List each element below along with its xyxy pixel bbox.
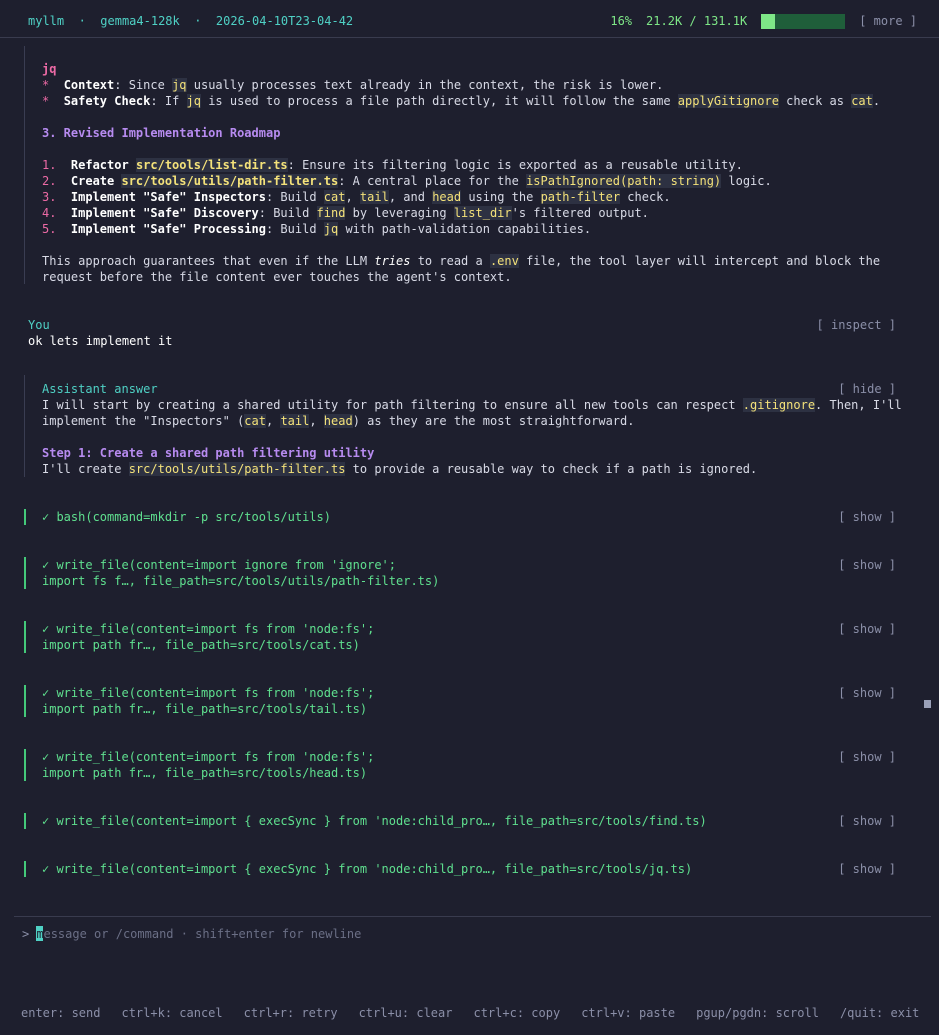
context-usage: 16% 21.2K / 131.1K [ more ] [610, 13, 917, 29]
show-button[interactable]: [ show ] [838, 557, 896, 573]
keybinding-hint: ctrl+c: copy [473, 1006, 561, 1020]
message-rule [24, 46, 25, 284]
keybinding-hint: pgup/pgdn: scroll [696, 1006, 819, 1020]
show-button[interactable]: [ show ] [838, 861, 896, 877]
tool-call-rule [24, 749, 26, 781]
scrollbar-thumb[interactable] [924, 700, 931, 708]
keybinding-hint: ctrl+v: paste [581, 1006, 676, 1020]
answer-rule [24, 375, 25, 477]
user-message-text: ok lets implement it [28, 334, 173, 348]
prompt-symbol: > [22, 927, 30, 941]
context-percent: 16% [610, 14, 633, 28]
step-heading: Step 1: Create a shared path filtering u… [42, 446, 375, 460]
tool-call-summary-cont: import path fr…, file_path=src/tools/hea… [42, 766, 368, 780]
more-button[interactable]: [ more ] [859, 13, 917, 29]
tool-call-summary-cont: import fs f…, file_path=src/tools/utils/… [42, 574, 440, 588]
model-name: gemma4-128k [100, 14, 180, 28]
keybinding-hint: ctrl+u: clear [358, 1006, 453, 1020]
tool-call-summary: ✓ write_file(content=import fs from 'nod… [42, 686, 375, 700]
tool-call-summary: ✓ write_file(content=import fs from 'nod… [42, 622, 375, 636]
tool-call-rule [24, 861, 26, 877]
message-input[interactable]: > message or /command · shift+enter for … [22, 926, 361, 942]
roadmap-heading: 3. Revised Implementation Roadmap [42, 126, 281, 140]
context-progress-bar [761, 13, 846, 29]
roadmap-item-2: 2. Create src/tools/utils/path-filter.ts… [42, 174, 772, 188]
roadmap-item-3: 3. Implement "Safe" Inspectors: Build ca… [42, 190, 671, 204]
hide-button[interactable]: [ hide ] [838, 381, 896, 397]
context-progress-fill [761, 13, 775, 29]
tool-call-summary-cont: import path fr…, file_path=src/tools/cat… [42, 638, 360, 652]
answer-paragraph-line-2: implement the "Inspectors" (cat, tail, h… [42, 414, 635, 428]
roadmap-item-1: 1. Refactor src/tools/list-dir.ts: Ensur… [42, 158, 743, 172]
answer-paragraph-line-1: I will start by creating a shared utilit… [42, 398, 902, 412]
tool-call-summary: ✓ write_file(content=import { execSync }… [42, 862, 693, 876]
tool-call-rule [24, 621, 26, 653]
jq-heading: jq [42, 62, 57, 76]
input-placeholder: essage or /command · shift+enter for new… [43, 927, 362, 941]
tool-call-summary: ✓ write_file(content=import ignore from … [42, 558, 397, 572]
session-id: 2026-04-10T23-04-42 [215, 14, 354, 28]
app-name: myllm [28, 14, 65, 28]
session-info: myllm · gemma4-128k · 2026-04-10T23-04-4… [28, 14, 354, 28]
keybinding-hints: enter: send ctrl+k: cancel ctrl+r: retry ct… [21, 1005, 939, 1021]
roadmap-item-4: 4. Implement "Safe" Discovery: Build fin… [42, 206, 649, 220]
answer-label: Assistant answer [42, 382, 158, 396]
token-count: 21.2K / 131.1K [646, 14, 748, 28]
keybinding-hint: ctrl+k: cancel [121, 1006, 223, 1020]
context-bullet: * Context: Since jq usually processes te… [42, 78, 664, 92]
status-header: myllm · gemma4-128k · 2026-04-10T23-04-4… [0, 0, 939, 38]
show-button[interactable]: [ show ] [838, 621, 896, 637]
inspect-button[interactable]: [ inspect ] [817, 317, 896, 333]
keybinding-hint: /quit: exit [839, 1006, 920, 1020]
tool-call-summary: ✓ bash(command=mkdir -p src/tools/utils) [42, 510, 331, 524]
transcript[interactable]: jq * Context: Since jq usually processes… [0, 38, 939, 916]
closing-line-2: request before the file content ever tou… [42, 270, 512, 284]
tool-call-rule [24, 509, 26, 525]
tool-call-rule [24, 685, 26, 717]
show-button[interactable]: [ show ] [838, 509, 896, 525]
roadmap-item-5: 5. Implement "Safe" Processing: Build jq… [42, 222, 592, 236]
tool-call-rule [24, 813, 26, 829]
show-button[interactable]: [ show ] [838, 749, 896, 765]
message-input-area[interactable]: > message or /command · shift+enter for … [14, 916, 931, 987]
tool-call-rule [24, 557, 26, 589]
tool-call-summary-cont: import path fr…, file_path=src/tools/tai… [42, 702, 368, 716]
safety-bullet: * Safety Check: If jq is used to process… [42, 94, 881, 108]
show-button[interactable]: [ show ] [838, 813, 896, 829]
tool-call-summary: ✓ write_file(content=import { execSync }… [42, 814, 707, 828]
user-label: You [28, 318, 50, 332]
tool-call-summary: ✓ write_file(content=import fs from 'nod… [42, 750, 375, 764]
show-button[interactable]: [ show ] [838, 685, 896, 701]
step-text: I'll create src/tools/utils/path-filter.… [42, 462, 758, 476]
keybinding-hint: enter: send [21, 1006, 101, 1020]
closing-line-1: This approach guarantees that even if th… [42, 254, 881, 268]
keybinding-hint: ctrl+r: retry [243, 1006, 338, 1020]
